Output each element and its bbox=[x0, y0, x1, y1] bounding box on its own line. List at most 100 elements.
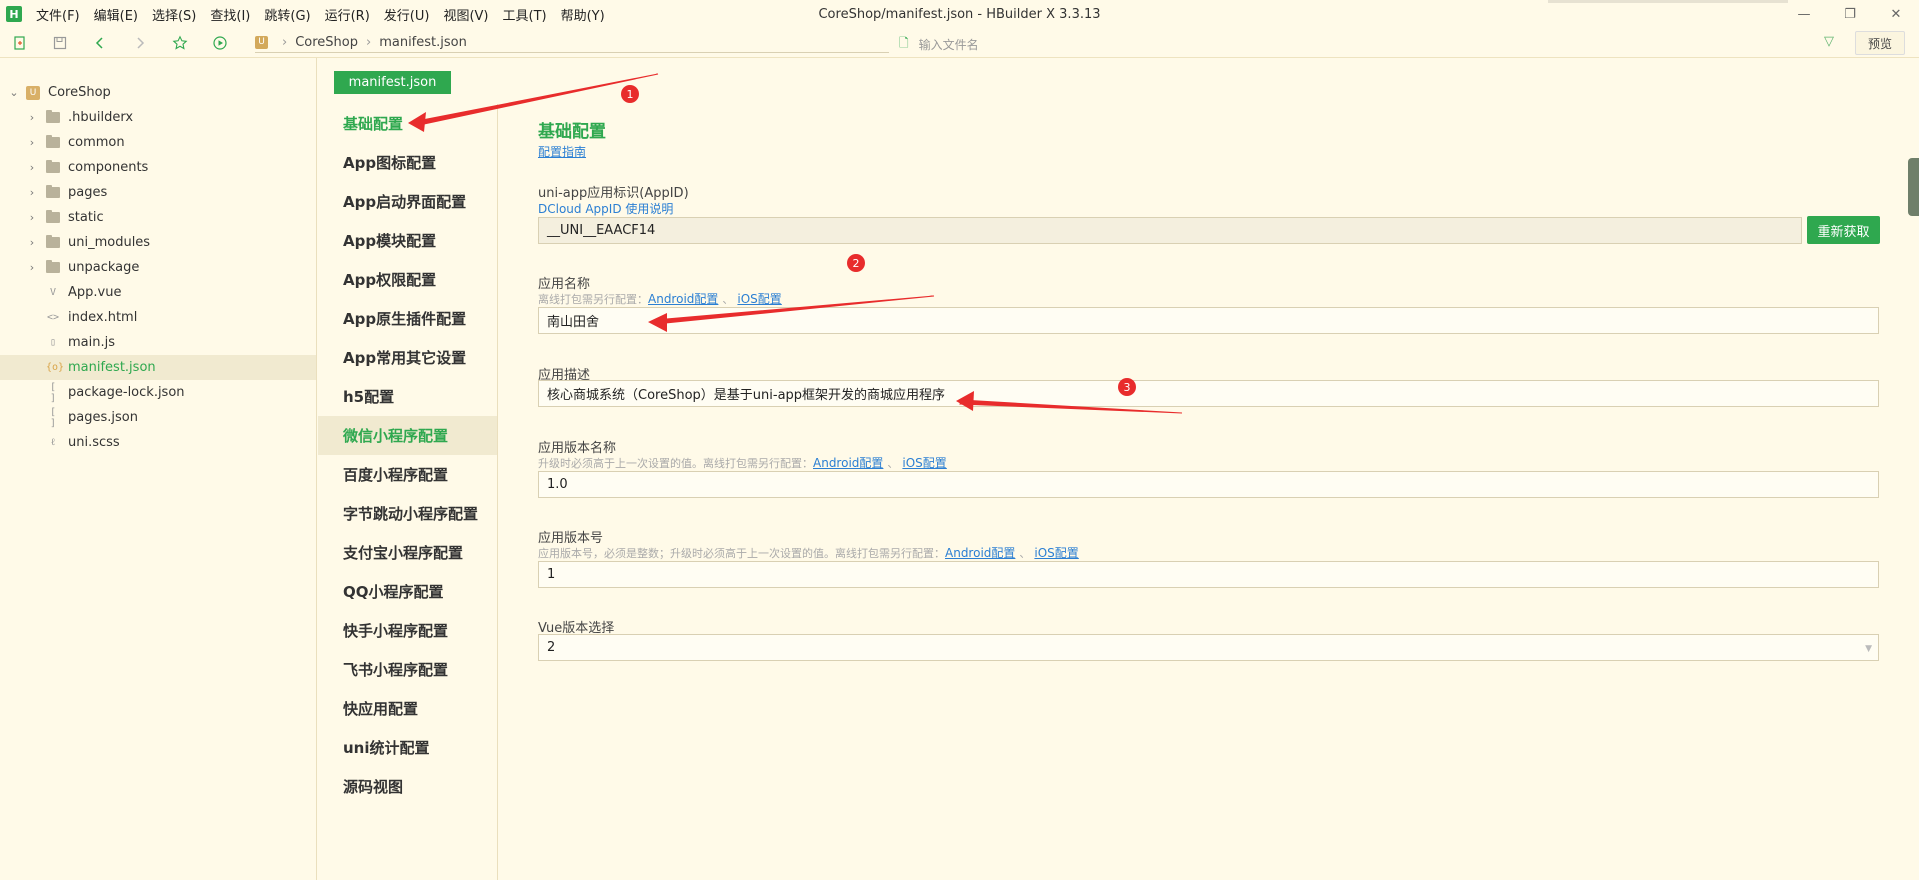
menu-view[interactable]: 视图(V) bbox=[443, 5, 488, 24]
chevron-right-icon[interactable]: › bbox=[26, 186, 38, 199]
nav-app-native-plugins[interactable]: App原生插件配置 bbox=[318, 299, 497, 338]
nav-toutiao-mp[interactable]: 字节跳动小程序配置 bbox=[318, 494, 497, 533]
run-icon[interactable] bbox=[200, 35, 240, 51]
android-config-link[interactable]: Android配置 bbox=[648, 292, 718, 306]
tree-file[interactable]: ▯ main.js bbox=[0, 330, 316, 355]
tree-folder[interactable]: › unpackage bbox=[0, 255, 316, 280]
menu-publish[interactable]: 发行(U) bbox=[384, 5, 430, 24]
menu-edit[interactable]: 编辑(E) bbox=[94, 5, 138, 24]
menu-bar: 文件(F) 编辑(E) 选择(S) 查找(I) 跳转(G) 运行(R) 发行(U… bbox=[36, 5, 619, 24]
tree-file[interactable]: ℓ uni.scss bbox=[0, 430, 316, 455]
chevron-right-icon[interactable]: › bbox=[26, 236, 38, 249]
vue-version-select[interactable]: 2 ▼ bbox=[538, 634, 1879, 661]
project-icon: U bbox=[26, 85, 40, 100]
menu-find[interactable]: 查找(I) bbox=[210, 5, 250, 24]
app-description-field[interactable]: 核心商城系统（CoreShop）是基于uni-app框架开发的商城应用程序 bbox=[538, 380, 1879, 407]
tree-file-label: uni.scss bbox=[68, 435, 120, 450]
android-config-link[interactable]: Android配置 bbox=[945, 546, 1015, 560]
tree-folder[interactable]: › pages bbox=[0, 180, 316, 205]
version-code-hint-text: 应用版本号，必须是整数；升级时必须高于上一次设置的值。离线打包需另行配置： bbox=[538, 547, 945, 560]
nav-basic[interactable]: 基础配置 bbox=[318, 104, 497, 143]
folder-icon bbox=[46, 135, 60, 148]
chevron-right-icon[interactable]: › bbox=[26, 261, 38, 274]
nav-alipay-mp[interactable]: 支付宝小程序配置 bbox=[318, 533, 497, 572]
refetch-appid-button[interactable]: 重新获取 bbox=[1807, 216, 1880, 244]
version-code-hint: 应用版本号，必须是整数；升级时必须高于上一次设置的值。离线打包需另行配置：And… bbox=[538, 546, 1079, 560]
tree-file[interactable]: [ ] pages.json bbox=[0, 405, 316, 430]
tree-folder[interactable]: › uni_modules bbox=[0, 230, 316, 255]
ios-config-link[interactable]: iOS配置 bbox=[1034, 546, 1078, 560]
appid-field[interactable]: __UNI__EAACF14 bbox=[538, 217, 1802, 244]
config-guide-link[interactable]: 配置指南 bbox=[538, 143, 586, 160]
back-icon[interactable] bbox=[80, 35, 120, 51]
nav-weixin-mp[interactable]: 微信小程序配置 bbox=[318, 416, 497, 455]
json-file-icon: [ ] bbox=[49, 406, 57, 429]
chevron-right-icon[interactable]: › bbox=[26, 111, 38, 124]
folder-icon bbox=[46, 260, 60, 273]
manifest-tab[interactable]: manifest.json bbox=[334, 71, 451, 94]
menu-goto[interactable]: 跳转(G) bbox=[264, 5, 310, 24]
android-config-link[interactable]: Android配置 bbox=[813, 456, 883, 470]
tree-folder[interactable]: › common bbox=[0, 130, 316, 155]
app-name-hint: 离线打包需另行配置：Android配置、 iOS配置 bbox=[538, 292, 782, 306]
menu-run[interactable]: 运行(R) bbox=[325, 5, 370, 24]
nav-quickapp[interactable]: 快应用配置 bbox=[318, 689, 497, 728]
chevron-right-icon: › bbox=[282, 35, 288, 50]
save-icon[interactable] bbox=[40, 35, 80, 51]
nav-app-permissions[interactable]: App权限配置 bbox=[318, 260, 497, 299]
tree-folder-label: uni_modules bbox=[68, 235, 151, 250]
ios-config-link[interactable]: iOS配置 bbox=[902, 456, 946, 470]
nav-app-modules[interactable]: App模块配置 bbox=[318, 221, 497, 260]
star-icon[interactable] bbox=[160, 35, 200, 51]
annotation-badge-2: 2 bbox=[847, 254, 865, 272]
manifest-file-icon: {o} bbox=[46, 362, 65, 373]
tree-file[interactable]: <> index.html bbox=[0, 305, 316, 330]
vue-version-value: 2 bbox=[547, 640, 556, 655]
version-name-field[interactable]: 1.0 bbox=[538, 471, 1879, 498]
menu-file[interactable]: 文件(F) bbox=[36, 5, 80, 24]
nav-h5[interactable]: h5配置 bbox=[318, 377, 497, 416]
nav-baidu-mp[interactable]: 百度小程序配置 bbox=[318, 455, 497, 494]
tree-project-root[interactable]: ⌄ U CoreShop bbox=[0, 80, 316, 105]
breadcrumb-file[interactable]: manifest.json bbox=[379, 35, 467, 50]
project-file-tree: ⌄ U CoreShop › .hbuilderx › common › compon… bbox=[0, 58, 317, 880]
tree-file[interactable]: [ ] package-lock.json bbox=[0, 380, 316, 405]
tree-file-active[interactable]: {o} manifest.json bbox=[0, 355, 316, 380]
chevron-right-icon[interactable]: › bbox=[26, 136, 38, 149]
nav-app-other[interactable]: App常用其它设置 bbox=[318, 338, 497, 377]
chevron-right-icon: › bbox=[366, 35, 372, 50]
tree-folder-label: static bbox=[68, 210, 104, 225]
tree-folder[interactable]: › .hbuilderx bbox=[0, 105, 316, 130]
chevron-down-icon: ▼ bbox=[1865, 644, 1872, 654]
nav-qq-mp[interactable]: QQ小程序配置 bbox=[318, 572, 497, 611]
tree-folder[interactable]: › components bbox=[0, 155, 316, 180]
nav-app-splash[interactable]: App启动界面配置 bbox=[318, 182, 497, 221]
version-code-field[interactable]: 1 bbox=[538, 561, 1879, 588]
app-name-field[interactable]: 南山田舍 bbox=[538, 307, 1879, 334]
tree-file-label: App.vue bbox=[68, 285, 122, 300]
nav-uni-stat[interactable]: uni统计配置 bbox=[318, 728, 497, 767]
tree-folder[interactable]: › static bbox=[0, 205, 316, 230]
nav-kuaishou-mp[interactable]: 快手小程序配置 bbox=[318, 611, 497, 650]
breadcrumb-project[interactable]: CoreShop bbox=[295, 35, 358, 50]
nav-source-view[interactable]: 源码视图 bbox=[318, 767, 497, 806]
config-form: 基础配置 配置指南 uni-app应用标识(AppID) DCloud AppI… bbox=[538, 0, 1880, 880]
tree-file[interactable]: V App.vue bbox=[0, 280, 316, 305]
ios-config-link[interactable]: iOS配置 bbox=[737, 292, 781, 306]
nav-lark-mp[interactable]: 飞书小程序配置 bbox=[318, 650, 497, 689]
chevron-down-icon[interactable]: ⌄ bbox=[8, 86, 20, 99]
tree-folder-label: components bbox=[68, 160, 149, 175]
new-file-icon[interactable] bbox=[0, 35, 40, 51]
side-scroll-handle[interactable] bbox=[1908, 158, 1919, 216]
tree-file-label: pages.json bbox=[68, 410, 138, 425]
tree-project-label: CoreShop bbox=[48, 85, 111, 100]
menu-select[interactable]: 选择(S) bbox=[152, 5, 196, 24]
nav-app-icon[interactable]: App图标配置 bbox=[318, 143, 497, 182]
tree-folder-label: unpackage bbox=[68, 260, 140, 275]
chevron-right-icon[interactable]: › bbox=[26, 211, 38, 224]
chevron-right-icon[interactable]: › bbox=[26, 161, 38, 174]
appid-label: uni-app应用标识(AppID) bbox=[538, 186, 689, 201]
appid-help-link[interactable]: DCloud AppID 使用说明 bbox=[538, 200, 673, 217]
tree-file-label: main.js bbox=[68, 335, 115, 350]
forward-icon[interactable] bbox=[120, 35, 160, 51]
